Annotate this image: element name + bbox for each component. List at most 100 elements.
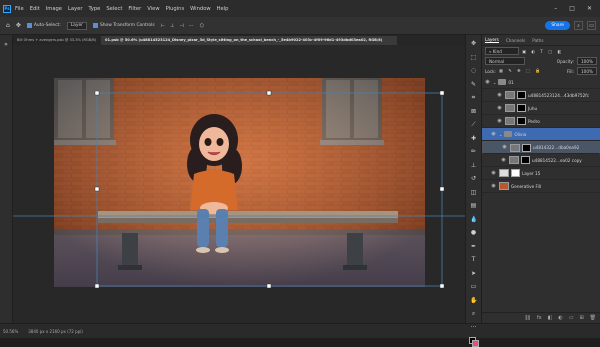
layer-thumbnail [499,182,509,190]
filter-kind-dropdown[interactable]: ⌕ Kind [485,47,519,55]
layer-name: 01 [508,79,514,85]
gradient-tool-icon[interactable]: ▤ [470,202,477,209]
quick-select-icon[interactable]: ✎ [470,81,477,88]
layer-mask [517,91,526,99]
layer-row[interactable]: ◉ Generative Fill [482,180,600,193]
eye-icon[interactable]: ◉ [500,157,507,163]
lock-icons[interactable]: ▦ ✎ ✥ ⬚ 🔒 [499,68,542,74]
layer-name: Layer 15 [522,170,541,176]
fill-label: Fill: [567,68,575,74]
folder-icon [504,131,513,137]
transform-bounding-box [96,92,443,287]
hand-tool-icon[interactable]: ✋ [470,297,477,304]
lock-row: Lock: ▦ ✎ ✥ ⬚ 🔒 Fill: 100% [482,66,600,76]
layer-row[interactable]: ◉ ⌄ 01 [482,76,600,89]
blend-row: Normal Opacity: 100% [482,56,600,66]
transform-handle [439,283,445,289]
lock-label: Lock: [485,68,496,74]
shape-tool-icon[interactable]: ▭ [470,283,477,290]
fill-input[interactable]: 100% [577,67,597,75]
stamp-tool-icon[interactable]: ⊥ [470,162,477,169]
transform-handle [266,90,272,96]
zoom-tool-icon[interactable]: ⌕ [470,310,477,317]
eye-icon[interactable]: ◉ [496,118,503,124]
filter-row: ⌕ Kind ▣ ◐ T ▢ ◧ [482,46,600,56]
layer-mask [517,117,526,125]
tools-panel: ✥ ⬚ ◌ ✎ ⌗ ⊠ ⟋ ✚ ✏ ⊥ ↺ ◫ ▤ 💧 ● ✒ T ➤ ▭ ✋ … [465,35,481,347]
type-tool-icon[interactable]: T [470,256,477,263]
filter-kind-label: Kind [492,49,502,54]
eye-icon[interactable]: ◉ [501,144,508,151]
transform-handle [94,90,100,96]
tab-channels[interactable]: Channels [506,38,525,43]
opacity-label: Opacity: [556,58,575,64]
trash-icon[interactable]: 🗑 [590,315,596,321]
layer-name: Juhu [528,105,538,111]
panel-footer: ⛓ fx ◧ ◐ ▭ ⊞ 🗑 [482,312,600,323]
more-tools-icon[interactable]: ··· [470,324,477,331]
link-icon[interactable]: ⛓ [525,315,531,321]
path-select-icon[interactable]: ➤ [470,270,477,277]
layer-thumbnail [510,143,520,152]
transform-handle [439,90,445,96]
eye-icon[interactable]: ◉ [484,79,491,85]
layer-row[interactable]: ◉ ⌄ Olivia [482,128,600,141]
blur-tool-icon[interactable]: 💧 [470,216,477,223]
adjustment-icon[interactable]: ◐ [558,315,562,321]
layer-mask [521,156,530,164]
layer-thumbnail [505,117,515,125]
move-tool-icon[interactable]: ✥ [470,40,477,47]
fx-icon[interactable]: fx [537,315,542,321]
status-bar: 50.56% 3840 px x 2160 px (72 ppi) [0,323,600,338]
eyedropper-icon[interactable]: ⟋ [470,121,477,128]
layer-mask [511,169,520,177]
eye-icon[interactable]: ◉ [490,170,497,176]
eraser-icon[interactable]: ◫ [470,189,477,196]
transform-handle [94,283,100,289]
layer-name: u48814523124...43db9752fc [528,92,590,98]
eye-icon[interactable]: ◉ [496,92,503,98]
layer-row[interactable]: ◉ Pedro [482,115,600,128]
layer-name: Pedro [528,118,540,124]
layer-row[interactable]: ◉ Layer 15 [482,167,600,180]
history-brush-icon[interactable]: ↺ [470,175,477,182]
new-layer-icon[interactable]: ⊞ [579,315,583,321]
zoom-level[interactable]: 50.56% [3,329,18,334]
crop-tool-icon[interactable]: ⌗ [470,94,477,101]
tab-layers[interactable]: Layers [485,37,499,43]
tab-paths[interactable]: Paths [532,38,543,43]
layer-name: u4814322...dba0ea92 [533,145,580,150]
layer-row[interactable]: ◉ u4814322...dba0ea92 [482,141,600,154]
mask-icon[interactable]: ◧ [548,315,553,321]
dodge-tool-icon[interactable]: ● [470,229,477,236]
eye-icon[interactable]: ◉ [496,105,503,111]
layer-name: Generative Fill [511,183,542,189]
folder-icon [498,79,507,85]
blend-mode-dropdown[interactable]: Normal [485,57,525,65]
eye-icon[interactable]: ◉ [490,183,497,189]
panel-tabs: Layers Channels Paths [482,35,600,46]
layer-thumbnail [509,156,519,164]
chevron-down-icon[interactable]: ⌄ [493,80,496,85]
eye-icon[interactable]: ◉ [490,131,497,137]
layer-mask [522,143,531,152]
filter-icons[interactable]: ▣ ◐ T ▢ ◧ [522,49,563,54]
transform-handle [266,283,272,289]
layer-row[interactable]: ◉ u48814523124...43db9752fc [482,89,600,102]
frame-tool-icon[interactable]: ⊠ [470,108,477,115]
layer-thumbnail [499,169,509,177]
opacity-input[interactable]: 100% [577,57,597,65]
layer-name: u48814522...ea02 copy [532,157,582,163]
new-group-icon[interactable]: ▭ [569,315,574,321]
layer-row[interactable]: ◉ Juhu [482,102,600,115]
document-size: 3840 px x 2160 px (72 ppi) [28,328,83,334]
layer-thumbnail [505,104,515,112]
chevron-down-icon[interactable]: ⌄ [499,132,502,137]
healing-brush-icon[interactable]: ✚ [470,135,477,142]
artboard-tool-icon[interactable]: ⬚ [470,54,477,61]
lasso-tool-icon[interactable]: ◌ [470,67,477,74]
layer-row[interactable]: ◉ u48814522...ea02 copy [482,154,600,167]
brush-tool-icon[interactable]: ✏ [470,148,477,155]
layers-panel: Layers Channels Paths ⌕ Kind ▣ ◐ T ▢ ◧ N… [481,35,600,323]
pen-tool-icon[interactable]: ✒ [470,243,477,250]
